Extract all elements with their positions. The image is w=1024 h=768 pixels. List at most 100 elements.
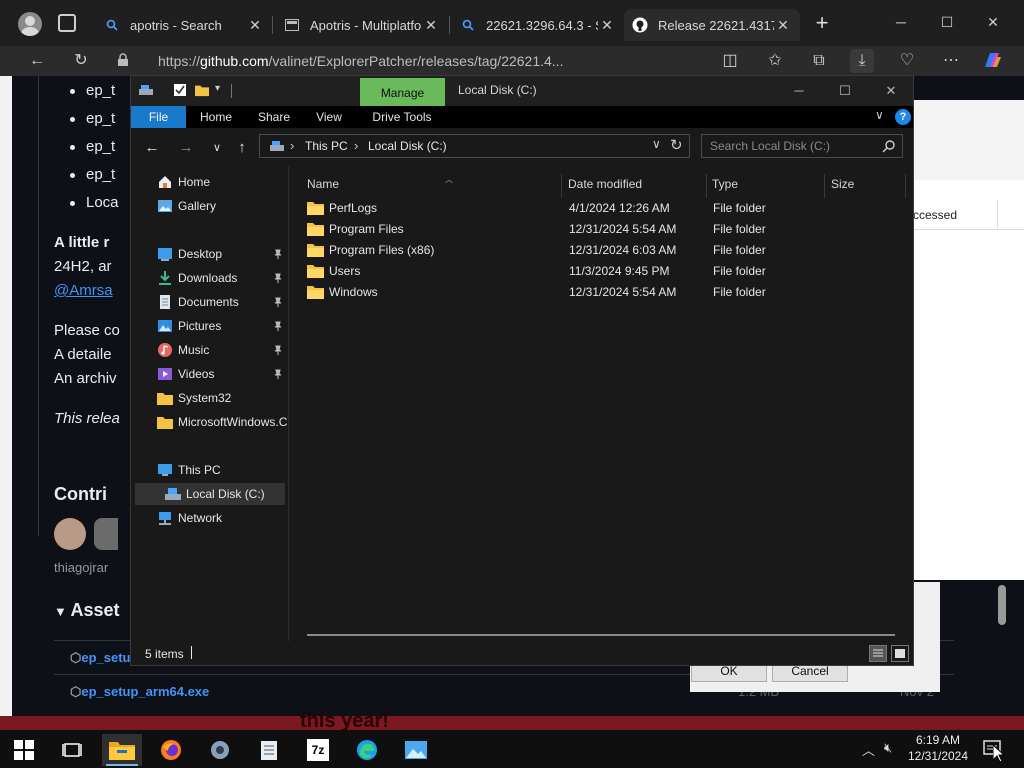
nav-item-system32[interactable]: System32 [131, 387, 289, 409]
close-icon[interactable]: ✕ [876, 80, 906, 102]
taskbar-file-explorer[interactable] [102, 734, 142, 766]
nav-item-local-disk-selected[interactable]: Local Disk (C:) [135, 483, 285, 505]
forward-icon[interactable]: → [177, 139, 195, 157]
new-tab-button[interactable]: + [810, 12, 834, 36]
table-row[interactable]: Users 11/3/2024 9:45 PM File folder [301, 261, 901, 282]
pin-icon[interactable] [273, 369, 283, 379]
contributor-avatar[interactable] [54, 518, 86, 550]
page-scrollbar-thumb[interactable] [998, 585, 1006, 625]
contributor-avatar[interactable] [94, 518, 118, 550]
table-row[interactable]: PerfLogs 4/1/2024 12:26 AM File folder [301, 198, 901, 219]
breadcrumb-chevron-icon[interactable]: › [290, 138, 294, 153]
horizontal-scrollbar[interactable] [307, 634, 895, 636]
expand-ribbon-icon[interactable]: ∨ [875, 108, 884, 122]
minimize-icon[interactable]: ─ [886, 10, 916, 34]
tab-share[interactable]: Share [249, 106, 299, 128]
taskbar-photos[interactable] [396, 734, 436, 766]
quick-access-dropdown-icon[interactable]: ▾ [215, 83, 229, 97]
tab-file[interactable]: File [131, 106, 186, 128]
maximize-icon[interactable]: ☐ [932, 10, 962, 34]
close-tab-icon[interactable]: ✕ [598, 17, 616, 34]
browser-tab-1[interactable]: apotris - Search ✕ [96, 9, 272, 41]
minimize-icon[interactable]: ─ [784, 80, 814, 102]
browser-tab-2[interactable]: Apotris - Multiplatform ✕ [276, 9, 448, 41]
up-icon[interactable]: ↑ [233, 139, 251, 157]
more-menu-icon[interactable]: ⋯ [939, 49, 963, 73]
table-row[interactable]: Windows 12/31/2024 5:54 AM File folder [301, 282, 901, 303]
asset-link[interactable]: ⬡ep_setu [70, 650, 131, 666]
nav-item-downloads[interactable]: Downloads [131, 267, 289, 289]
column-divider[interactable] [561, 174, 562, 198]
column-header-name[interactable]: Name ︿ [307, 172, 561, 196]
nav-item-videos[interactable]: Videos [131, 363, 289, 385]
column-header-date[interactable]: Date modified [568, 172, 706, 196]
column-divider[interactable] [905, 174, 906, 198]
pin-icon[interactable] [273, 273, 283, 283]
split-screen-icon[interactable]: ◫ [718, 49, 742, 73]
back-icon[interactable]: ← [25, 49, 49, 73]
breadcrumb-local-disk[interactable]: Local Disk (C:) [368, 139, 447, 153]
pin-icon[interactable] [273, 249, 283, 259]
nav-item-documents[interactable]: Documents [131, 291, 289, 313]
nav-item-music[interactable]: Music [131, 339, 289, 361]
large-icons-view-button[interactable] [891, 645, 909, 662]
taskbar-settings[interactable] [200, 734, 240, 766]
search-icon[interactable] [882, 139, 896, 153]
user-mention-link[interactable]: @Amrsa [54, 282, 113, 299]
url-text[interactable]: https://github.com/valinet/ExplorerPatch… [158, 53, 563, 69]
close-icon[interactable]: ✕ [978, 10, 1008, 34]
nav-item-pictures[interactable]: Pictures [131, 315, 289, 337]
tab-home[interactable]: Home [191, 106, 241, 128]
start-button[interactable] [4, 734, 44, 766]
task-view-button[interactable] [52, 734, 92, 766]
taskbar-notepad[interactable] [249, 734, 289, 766]
table-row[interactable]: Program Files (x86) 12/31/2024 6:03 AM F… [301, 240, 901, 261]
breadcrumb-chevron-icon[interactable]: › [354, 138, 358, 153]
tab-view[interactable]: View [306, 106, 352, 128]
nav-item-microsoftwindows[interactable]: MicrosoftWindows.C [131, 411, 289, 433]
column-header-type[interactable]: Type [712, 172, 824, 196]
search-input[interactable] [702, 135, 882, 157]
column-divider[interactable] [706, 174, 707, 198]
contributor-name[interactable]: thiagojrar [54, 560, 108, 575]
tab-actions-icon[interactable] [58, 14, 76, 32]
back-icon[interactable]: ← [143, 139, 161, 157]
pin-icon[interactable] [273, 321, 283, 331]
table-row[interactable]: Program Files 12/31/2024 5:54 AM File fo… [301, 219, 901, 240]
browser-tab-3[interactable]: 22621.3296.64.3 - Search ✕ [452, 9, 624, 41]
search-box[interactable] [701, 134, 903, 158]
properties-icon[interactable] [173, 83, 187, 97]
taskbar-firefox[interactable] [151, 734, 191, 766]
browser-tab-4-active[interactable]: Release 22621.4317.67 ✕ [624, 9, 800, 41]
address-bar[interactable]: https://github.com/valinet/ExplorerPatch… [104, 48, 702, 74]
recent-locations-icon[interactable]: ∨ [208, 139, 226, 157]
favorites-icon[interactable]: ✩ [763, 49, 787, 73]
column-divider[interactable] [824, 174, 825, 198]
breadcrumb-this-pc[interactable]: This PC [305, 139, 348, 153]
close-tab-icon[interactable]: ✕ [774, 17, 792, 34]
nav-item-desktop[interactable]: Desktop [131, 243, 289, 265]
lock-icon[interactable] [116, 53, 130, 67]
tab-drive-tools[interactable]: Drive Tools [365, 106, 439, 128]
refresh-icon[interactable]: ↻ [69, 49, 93, 73]
close-tab-icon[interactable]: ✕ [422, 17, 440, 34]
nav-item-home[interactable]: Home [131, 171, 289, 193]
performance-icon[interactable]: ♡ [895, 49, 919, 73]
clock[interactable]: 6:19 AM 12/31/2024 [898, 732, 978, 764]
new-folder-icon[interactable] [195, 83, 209, 97]
collections-icon[interactable]: ⧉ [807, 49, 831, 73]
column-header-size[interactable]: Size [831, 172, 901, 196]
pin-icon[interactable] [273, 345, 283, 355]
maximize-icon[interactable]: ☐ [830, 80, 860, 102]
downloads-icon[interactable]: ⤓ [850, 49, 874, 73]
taskbar-edge[interactable] [347, 734, 387, 766]
assets-heading[interactable]: ▼ Asset [54, 600, 120, 621]
close-tab-icon[interactable]: ✕ [246, 17, 264, 34]
pin-icon[interactable] [273, 297, 283, 307]
manage-context-tab[interactable]: Manage [360, 78, 445, 106]
show-hidden-icons[interactable]: ︿ [862, 740, 875, 759]
nav-item-this-pc[interactable]: This PC [131, 459, 289, 481]
help-icon[interactable]: ? [895, 109, 911, 125]
asset-link[interactable]: ⬡ep_setup_arm64.exe [70, 684, 209, 700]
address-breadcrumb[interactable]: › This PC › Local Disk (C:) ∨ ↻ [259, 134, 690, 158]
